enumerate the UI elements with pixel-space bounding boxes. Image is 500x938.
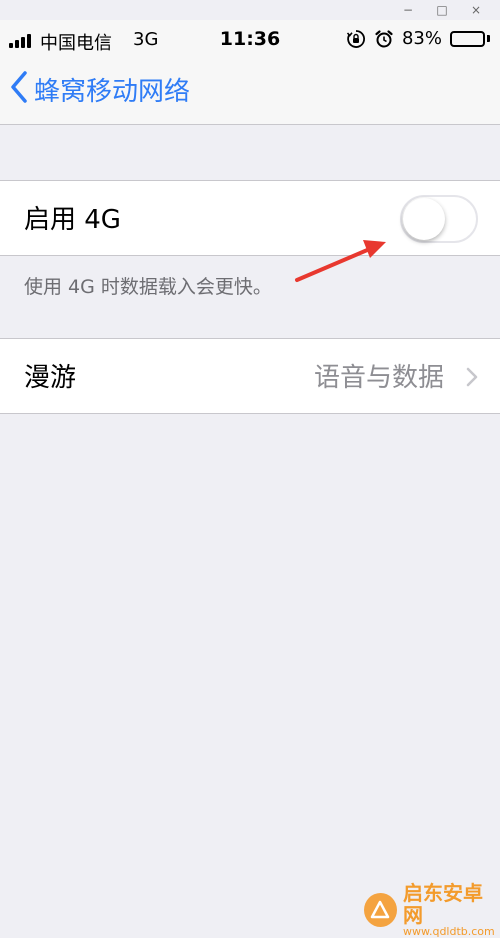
annotation-arrow-icon: [295, 240, 386, 282]
enable-4g-row: 启用 4G: [0, 180, 500, 256]
toggle-knob: [403, 198, 445, 240]
navigation-bar: 蜂窝移动网络: [0, 58, 500, 125]
watermark-url: www.qdldtb.com: [402, 925, 495, 938]
battery-icon: [450, 30, 490, 47]
chevron-left-icon: [10, 70, 28, 108]
status-bar: 中国电信 3G 11:36 83%: [0, 20, 500, 58]
back-button[interactable]: 蜂窝移动网络: [10, 70, 190, 108]
alarm-icon: [374, 29, 394, 49]
maximize-button[interactable]: □: [436, 3, 448, 17]
roaming-row[interactable]: 漫游 语音与数据: [0, 338, 500, 414]
watermark-title: 启东安卓网: [402, 881, 483, 927]
status-icons: 83%: [346, 28, 490, 49]
window-controls: − □ ×: [402, 0, 500, 20]
orientation-lock-icon: [346, 29, 366, 49]
close-button[interactable]: ×: [470, 3, 482, 17]
watermark-logo-icon: [364, 893, 397, 928]
roaming-value: 语音与数据: [313, 363, 444, 393]
watermark: 启东安卓网 www.qdldtb.com: [364, 882, 500, 938]
battery-percent: 83%: [401, 28, 442, 49]
enable-4g-label: 启用 4G: [24, 205, 121, 235]
enable-4g-footnote: 使用 4G 时数据载入会更快。: [24, 276, 272, 298]
back-button-label: 蜂窝移动网络: [34, 76, 191, 107]
roaming-label: 漫游: [24, 363, 77, 393]
chevron-right-icon: [466, 367, 478, 391]
minimize-button[interactable]: −: [402, 3, 414, 17]
enable-4g-toggle[interactable]: [400, 195, 478, 243]
